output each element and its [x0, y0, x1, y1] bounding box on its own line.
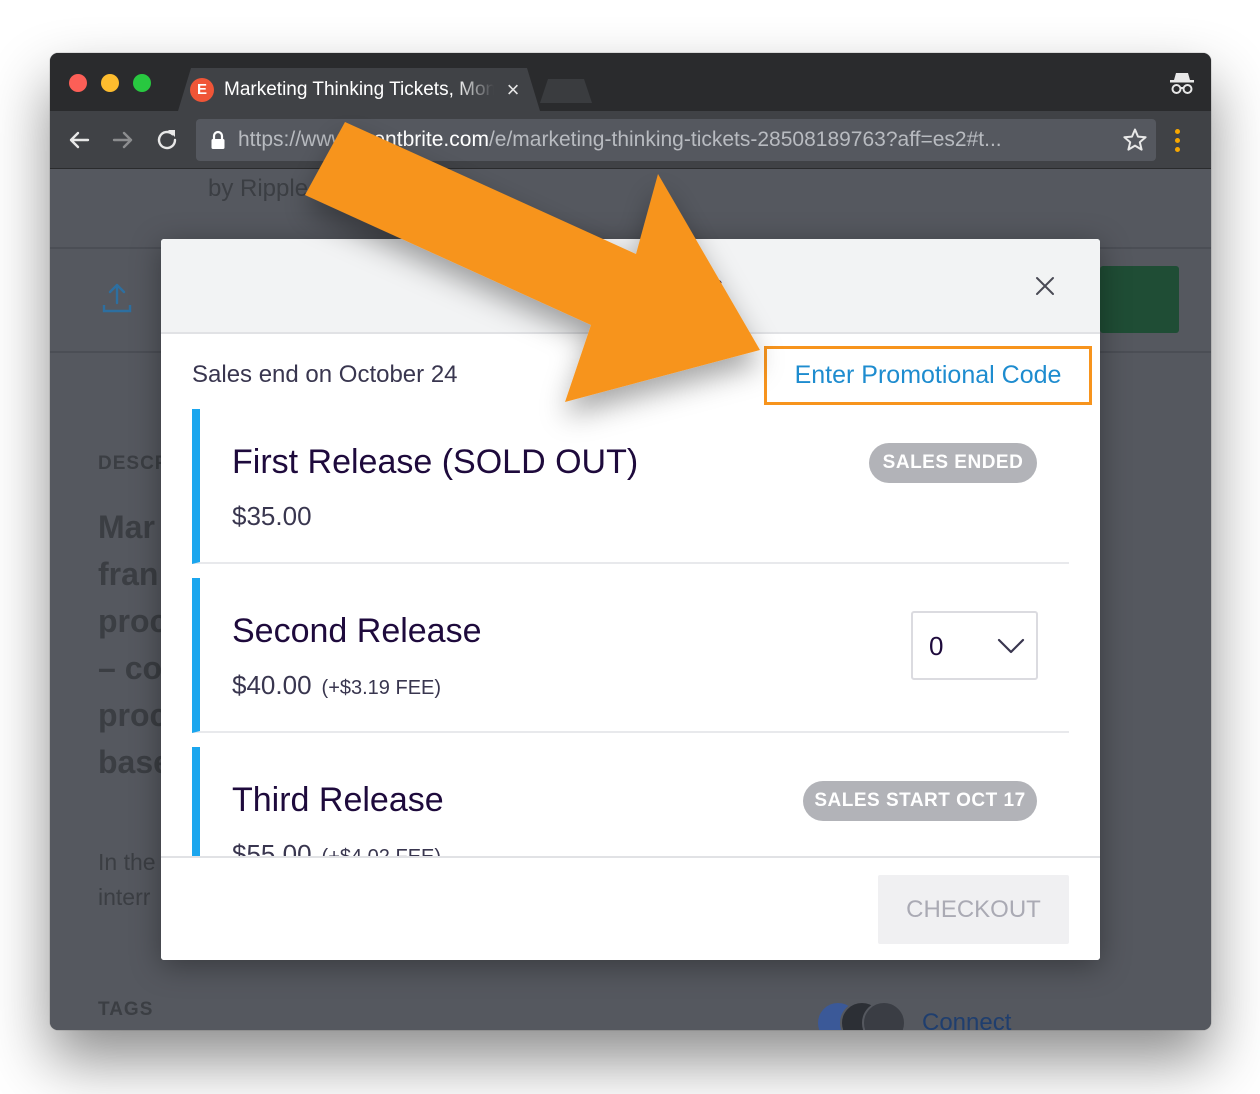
ticket-fee: (+$3.19 FEE) — [321, 677, 442, 699]
description-line: base — [98, 744, 171, 780]
ticket-price: $40.00 — [232, 670, 312, 700]
quantity-value: 0 — [929, 631, 944, 661]
register-button[interactable] — [1100, 266, 1179, 333]
tab-close-icon[interactable]: × — [501, 78, 525, 102]
lock-icon — [211, 130, 225, 149]
zoom-window-button[interactable] — [133, 74, 151, 92]
description-line: proc — [98, 603, 168, 639]
menu-dot — [1175, 129, 1180, 134]
browser-tab[interactable]: E Marketing Thinking Tickets, Mon, Oct 2… — [178, 68, 540, 111]
description-line: Mar — [98, 509, 155, 545]
close-window-button[interactable] — [69, 74, 87, 92]
menu-dot — [1175, 147, 1180, 152]
forward-arrow-icon[interactable] — [108, 125, 138, 155]
star-icon[interactable] — [1122, 127, 1148, 153]
tab-title: Marketing Thinking Tickets, Mon, Oct 24 — [224, 79, 494, 100]
ticket-name: Second Release — [232, 612, 482, 650]
chevron-down-icon — [997, 638, 1025, 654]
screenshot-stage: E Marketing Thinking Tickets, Mon, Oct 2… — [0, 0, 1260, 1094]
description-heading: DESCR — [98, 453, 170, 474]
ticket-price: $55.00 — [232, 839, 312, 856]
ticket-selection-modal: Select Tickets Sales end on October 24 E… — [161, 239, 1100, 960]
description-line: proc — [98, 697, 168, 733]
ticket-price: $35.00 — [232, 501, 312, 531]
ticket-price-row: $40.00 (+$3.19 FEE) — [232, 670, 441, 701]
browser-titlebar: E Marketing Thinking Tickets, Mon, Oct 2… — [50, 53, 1211, 111]
share-icon[interactable] — [100, 281, 134, 315]
ticket-second-release: Second Release $40.00 (+$3.19 FEE) 0 — [192, 578, 1069, 733]
promo-code-highlight: Enter Promotional Code — [764, 346, 1092, 405]
menu-dot — [1175, 138, 1180, 143]
quantity-select[interactable]: 0 — [911, 611, 1038, 680]
description-line: fran — [98, 556, 159, 592]
close-icon[interactable] — [1030, 271, 1060, 301]
ticket-name: First Release (SOLD OUT) — [232, 443, 639, 481]
description-line: In the — [98, 849, 156, 875]
menu-dots-icon[interactable] — [1174, 129, 1182, 153]
sales-start-badge: SALES START OCT 17 — [803, 781, 1037, 821]
modal-title: Select Tickets — [537, 269, 724, 302]
ticket-first-release: First Release (SOLD OUT) $35.00 SALES EN… — [192, 409, 1069, 564]
eventbrite-favicon-icon: E — [190, 78, 214, 102]
address-bar[interactable]: https://www.eventbrite.com/e/marketing-t… — [196, 119, 1156, 161]
tags-heading: TAGS — [98, 999, 154, 1020]
ticket-third-release: Third Release $55.00 (+$4.02 FEE) SALES S… — [192, 747, 1069, 856]
back-arrow-icon[interactable] — [64, 125, 94, 155]
minimize-window-button[interactable] — [101, 74, 119, 92]
sales-ended-badge: SALES ENDED — [869, 443, 1037, 483]
enter-promo-code-link[interactable]: Enter Promotional Code — [767, 349, 1089, 402]
url-text[interactable]: https://www.eventbrite.com/e/marketing-t… — [238, 127, 1118, 153]
ticket-list: First Release (SOLD OUT) $35.00 SALES EN… — [161, 409, 1100, 856]
url-domain: eventbrite.com — [351, 128, 489, 151]
ticket-name: Third Release — [232, 781, 444, 819]
url-prefix: https://www. — [238, 128, 352, 151]
ticket-price-row: $55.00 (+$4.02 FEE) — [232, 839, 441, 856]
browser-window: E Marketing Thinking Tickets, Mon, Oct 2… — [50, 53, 1211, 1030]
sales-end-text: Sales end on October 24 — [192, 361, 458, 388]
reload-icon[interactable] — [152, 125, 182, 155]
connect-link[interactable]: Connect — [922, 1009, 1011, 1030]
incognito-icon[interactable] — [1168, 69, 1196, 97]
ticket-fee: (+$4.02 FEE) — [322, 846, 442, 856]
modal-footer: CHECKOUT — [161, 856, 1100, 960]
description-line: interr — [98, 884, 151, 910]
checkout-button[interactable]: CHECKOUT — [878, 875, 1069, 944]
new-tab-button[interactable] — [540, 79, 592, 103]
social-avatars — [816, 1001, 906, 1030]
modal-header: Select Tickets — [161, 239, 1100, 334]
organizer-name: by Ripple — [208, 175, 309, 202]
description-line: – co — [98, 650, 163, 686]
browser-toolbar: https://www.eventbrite.com/e/marketing-t… — [50, 111, 1211, 169]
url-path: /e/marketing-thinking-tickets-2850818976… — [488, 128, 1002, 151]
